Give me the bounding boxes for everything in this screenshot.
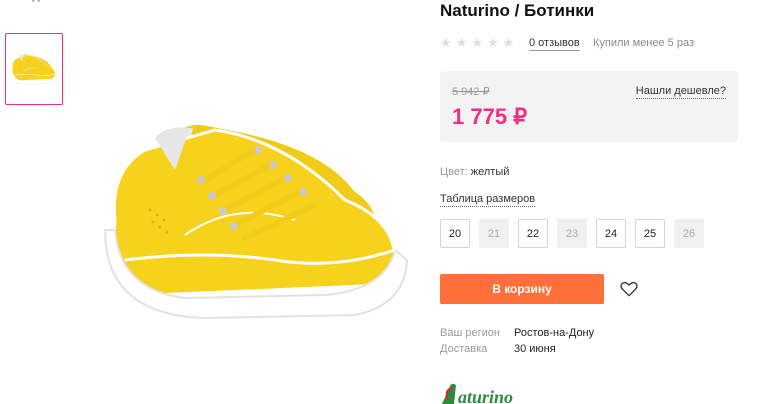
brand-logo[interactable]: aturino [440,382,540,404]
color-value: желтый [470,166,510,178]
current-price: 1 775 ₽ [452,104,528,129]
color-label: Цвет: [440,166,468,178]
size-selector: 20 21 22 23 24 25 26 [440,219,704,248]
old-price: 5 942 ₽ [452,86,490,98]
reviews-link[interactable]: 0 отзывов [529,37,580,51]
size-option[interactable]: 25 [635,219,665,248]
product-thumbnail[interactable] [5,33,63,105]
size-option[interactable]: 22 [518,219,548,248]
star-icon: ★ [486,35,499,50]
found-cheaper-link[interactable]: Нашли дешевле? [635,85,726,99]
purchase-count: Купили менее 5 раз [593,37,695,49]
size-option-unavailable: 26 [674,219,704,248]
shoe-thumbnail-image [10,53,58,85]
delivery-label: Доставка [440,343,488,355]
size-option[interactable]: 20 [440,219,470,248]
region-label: Ваш регион [440,327,500,339]
size-table-link[interactable]: Таблица размеров [440,193,536,207]
add-to-cart-button[interactable]: В корзину [440,274,604,304]
price-box: 5 942 ₽ Нашли дешевле? 1 775 ₽ [440,71,738,142]
product-title: Naturino / Ботинки [440,1,595,20]
close-icon[interactable]: ✕ [28,0,44,6]
delivery-value: 30 июня [514,343,556,355]
region-row: Ваш регион Ростов-на-Дону [440,327,640,341]
size-option[interactable]: 24 [596,219,626,248]
product-main-image [95,110,415,330]
size-option-unavailable: 23 [557,219,587,248]
rating-stars: ★ ★ ★ ★ ★ [440,36,514,49]
color-info: Цвет: желтый [440,166,509,178]
star-icon: ★ [502,35,515,50]
region-value[interactable]: Ростов-на-Дону [514,327,594,340]
star-icon: ★ [455,35,468,50]
star-icon: ★ [471,35,483,50]
delivery-row: Доставка 30 июня [440,343,640,357]
heart-icon[interactable] [619,279,639,299]
size-option-unavailable: 21 [479,219,509,248]
svg-text:aturino: aturino [458,387,513,404]
star-icon: ★ [440,35,452,50]
